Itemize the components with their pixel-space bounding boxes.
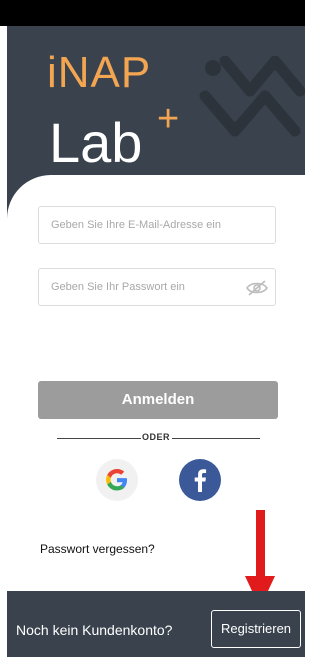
divider-line-right — [172, 438, 260, 439]
facebook-f-icon — [194, 469, 207, 492]
status-bar — [0, 0, 305, 26]
facebook-login-button[interactable] — [179, 459, 221, 501]
email-input[interactable] — [39, 207, 251, 243]
no-account-text: Noch kein Kundenkonto? — [16, 622, 173, 638]
login-button[interactable]: Anmelden — [38, 381, 278, 419]
divider-label: ODER — [142, 432, 171, 442]
register-button[interactable]: Registrieren — [211, 610, 301, 648]
forgot-password-link[interactable]: Passwort vergessen? — [40, 542, 155, 556]
google-login-button[interactable] — [96, 459, 138, 501]
password-input[interactable] — [39, 269, 251, 305]
password-field[interactable] — [38, 268, 276, 306]
logo-inap: iNAP — [47, 48, 152, 97]
footer-bar: Noch kein Kundenkonto? Registrieren — [7, 591, 305, 657]
logo-lab: Lab — [49, 111, 143, 174]
logo-plus: + — [157, 98, 180, 140]
eye-off-icon[interactable] — [245, 279, 269, 297]
divider-line-left — [57, 438, 141, 439]
email-field[interactable] — [38, 206, 276, 244]
google-g-icon — [106, 469, 127, 491]
decorative-pattern — [199, 56, 305, 137]
